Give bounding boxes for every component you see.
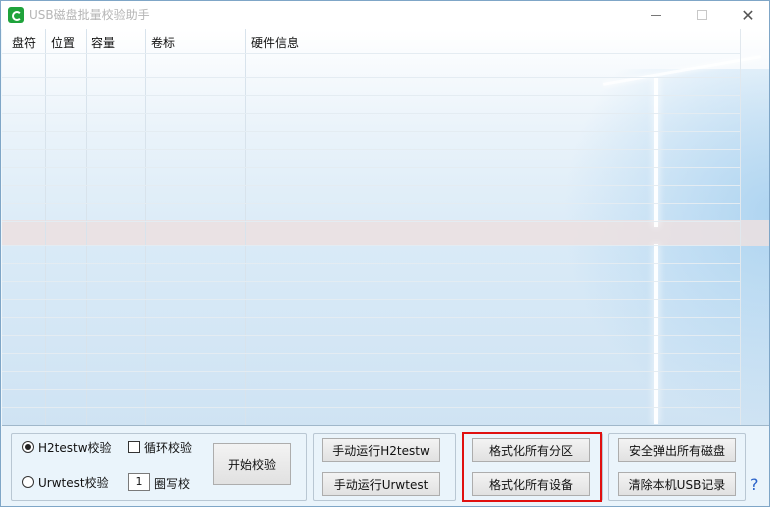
column-header-volume-label[interactable]: 卷标 (151, 34, 175, 51)
disk-list[interactable]: 盘符 位置 容量 卷标 硬件信息 (2, 29, 769, 425)
grid-row-line (2, 221, 740, 222)
grid-row-line (2, 263, 740, 264)
grid-row-line (2, 113, 740, 114)
loop-count-input[interactable]: 1 (128, 473, 150, 491)
start-verify-button[interactable]: 开始校验 (213, 443, 291, 485)
close-button[interactable]: ✕ (725, 1, 769, 29)
column-divider (45, 29, 46, 425)
grid-row-line (2, 317, 740, 318)
grid-row-line (2, 299, 740, 300)
grid-row-line (2, 245, 740, 246)
column-header-hardware-info[interactable]: 硬件信息 (251, 34, 299, 51)
grid-row-line (2, 203, 740, 204)
grid-row-line (2, 185, 740, 186)
minimize-icon (651, 14, 661, 16)
urwtest-radio[interactable] (22, 476, 34, 488)
grid-row-line (2, 95, 740, 96)
background-beam (654, 244, 658, 424)
eject-all-disks-button[interactable]: 安全弹出所有磁盘 (618, 438, 736, 462)
column-divider (245, 29, 246, 425)
grid-row-line (2, 77, 740, 78)
vertical-scrollbar[interactable] (740, 29, 769, 425)
app-logo-icon (8, 7, 24, 23)
column-divider (86, 29, 87, 425)
grid-row-line (2, 167, 740, 168)
h2testw-radio[interactable] (22, 441, 34, 453)
grid-row-line (2, 53, 740, 54)
minimize-button[interactable] (633, 1, 679, 29)
column-header-capacity[interactable]: 容量 (91, 34, 115, 51)
help-icon[interactable]: ? (750, 475, 759, 494)
loop-count-suffix: 圈写校 (154, 477, 191, 491)
loop-verify-checkbox[interactable] (128, 441, 140, 453)
app-window: USB磁盘批量校验助手 ✕ 盘符 位置 容量 卷标 硬件信息 H2testw校验… (0, 0, 770, 507)
manual-h2testw-button[interactable]: 手动运行H2testw (322, 438, 440, 462)
urwtest-radio-label: Urwtest校验 (38, 476, 109, 490)
loop-verify-label: 循环校验 (144, 441, 193, 455)
manual-urwtest-button[interactable]: 手动运行Urwtest (322, 472, 440, 496)
column-header-drive[interactable]: 盘符 (12, 34, 36, 51)
column-header-row: 盘符 位置 容量 卷标 硬件信息 (2, 29, 769, 53)
maximize-button[interactable] (679, 1, 725, 29)
grid-row-line (2, 371, 740, 372)
title-bar: USB磁盘批量校验助手 ✕ (1, 1, 769, 29)
grid-row-line (2, 131, 740, 132)
background-beam (654, 77, 658, 227)
grid-row-line (2, 353, 740, 354)
column-header-location[interactable]: 位置 (51, 34, 75, 51)
grid-row-line (2, 281, 740, 282)
highlight-box (462, 432, 602, 502)
close-icon: ✕ (741, 5, 755, 25)
maximize-icon (697, 10, 707, 20)
grid-row-line (2, 149, 740, 150)
grid-row-line (2, 389, 740, 390)
clear-usb-records-button[interactable]: 清除本机USB记录 (618, 472, 736, 496)
column-divider (145, 29, 146, 425)
grid-row-line (2, 335, 740, 336)
window-title: USB磁盘批量校验助手 (29, 8, 150, 22)
h2testw-radio-label: H2testw校验 (38, 441, 112, 455)
grid-row-line (2, 407, 740, 408)
